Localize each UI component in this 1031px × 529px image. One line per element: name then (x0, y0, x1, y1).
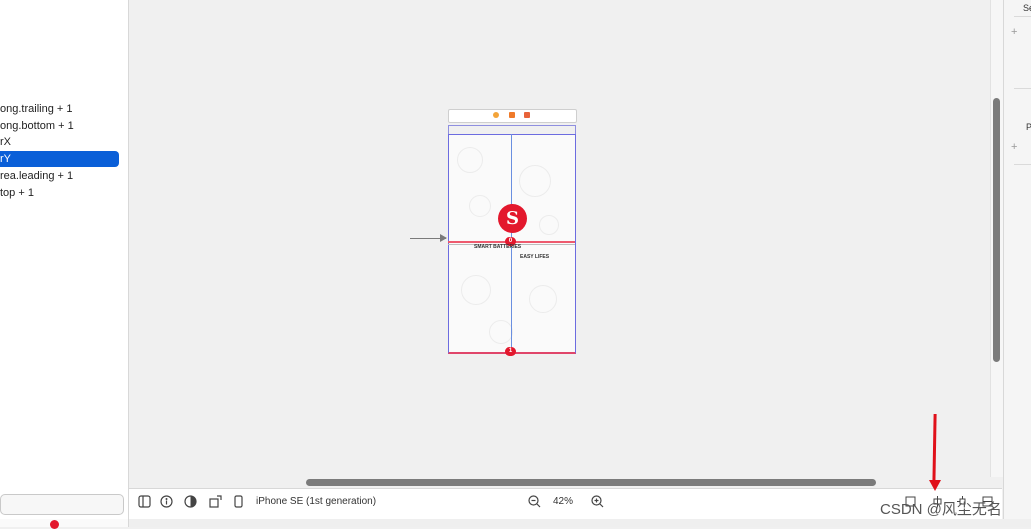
accessibility-icon[interactable] (159, 495, 173, 509)
zoom-out-icon[interactable] (527, 495, 541, 509)
smart-batteries-label[interactable]: SMART BATTERIES (474, 244, 521, 250)
background-pattern (469, 195, 491, 217)
swift-file-icon (50, 520, 59, 529)
background-pattern (457, 147, 483, 173)
background-pattern (489, 320, 513, 344)
background-pattern (539, 215, 559, 235)
left-status-strip (0, 519, 128, 527)
inspector-section-label: P (1026, 122, 1031, 132)
entry-point-arrow-head-icon (440, 234, 447, 242)
document-outline-panel: ong.trailing + 1 ong.bottom + 1 rX rY re… (0, 0, 129, 527)
device-icon[interactable] (231, 495, 245, 509)
annotation-arrow-head-icon (929, 480, 941, 491)
background-pattern (519, 165, 551, 197)
vertical-scrollbar-thumb[interactable] (993, 98, 1000, 362)
exit-icon[interactable] (524, 112, 530, 118)
bottom-constraint-badge[interactable]: 1 (505, 347, 516, 356)
zoom-level: 42% (553, 496, 574, 507)
device-selector[interactable]: iPhone SE (1st generation) (256, 496, 376, 507)
outline-filter-field[interactable] (0, 494, 124, 515)
app-logo-image[interactable]: S (498, 204, 527, 233)
zoom-in-icon[interactable] (590, 495, 604, 509)
constraint-trailing[interactable]: ong.trailing + 1 (0, 101, 119, 117)
constraint-center-x[interactable]: rX (0, 134, 119, 150)
background-pattern (461, 275, 491, 305)
scene-dock[interactable] (448, 109, 577, 123)
constraint-bottom[interactable]: ong.bottom + 1 (0, 118, 119, 134)
inspector-divider (1014, 88, 1031, 89)
horizontal-scrollbar-thumb[interactable] (306, 479, 876, 486)
constraint-top[interactable]: top + 1 (0, 185, 119, 201)
orientation-icon[interactable] (208, 495, 222, 509)
background-pattern (529, 285, 557, 313)
inspector-panel: Se + P + (1003, 0, 1031, 527)
view-controller-icon[interactable] (493, 112, 499, 118)
add-icon[interactable]: + (1011, 26, 1017, 38)
first-responder-icon[interactable] (509, 112, 515, 118)
document-outline-toggle-icon[interactable] (137, 495, 151, 509)
add-icon[interactable]: + (1011, 141, 1017, 153)
inspector-divider (1014, 164, 1031, 165)
easy-lifes-label[interactable]: EASY LIFES (520, 254, 549, 260)
inspector-section-label: Se (1023, 3, 1031, 13)
bottom-tab-strip (129, 519, 1031, 527)
constraint-leading[interactable]: rea.leading + 1 (0, 168, 119, 184)
appearance-icon[interactable] (183, 495, 197, 509)
constraint-center-y[interactable]: rY (0, 151, 119, 167)
watermark: CSDN @风尘无名 (880, 501, 1002, 518)
inspector-divider (1014, 16, 1031, 17)
